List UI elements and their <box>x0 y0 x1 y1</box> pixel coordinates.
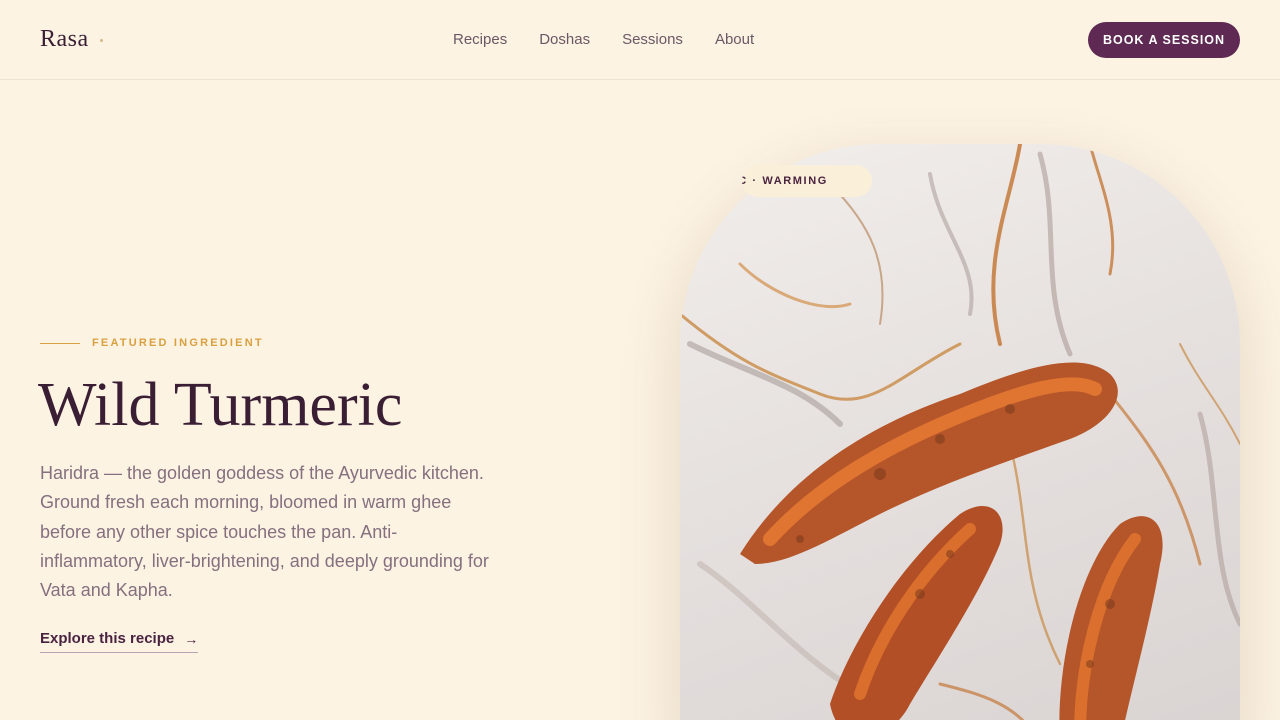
arrow-right-icon: → <box>184 630 199 647</box>
site-header: Rasa Recipes Doshas Sessions About BOOK … <box>0 0 1280 80</box>
photo-tag: HIC · WARMING <box>742 165 872 197</box>
nav-item-sessions[interactable]: Sessions <box>622 31 683 49</box>
photo-illustration <box>680 144 1240 720</box>
book-session-button[interactable]: BOOK A SESSION <box>1088 22 1240 58</box>
hero-description: Haridra — the golden goddess of the Ayur… <box>40 463 489 601</box>
explore-recipe-label: Explore this recipe <box>40 630 175 647</box>
turmeric-photo <box>680 144 1240 720</box>
eyebrow-text: FEATURED INGREDIENT <box>92 337 264 349</box>
brand-logo[interactable]: Rasa <box>40 26 89 53</box>
hero-title: Wild Turmeric <box>38 371 403 439</box>
explore-recipe-link[interactable]: Explore this recipe → <box>40 630 199 653</box>
nav-item-about[interactable]: About <box>715 31 754 49</box>
main-nav: Recipes Doshas Sessions About <box>453 31 786 49</box>
nav-item-recipes[interactable]: Recipes <box>453 31 507 49</box>
eyebrow: FEATURED INGREDIENT <box>40 337 264 349</box>
nav-item-doshas[interactable]: Doshas <box>539 31 590 49</box>
eyebrow-line <box>40 342 80 344</box>
logo-dot <box>100 39 103 42</box>
turmeric-roots <box>740 362 1163 720</box>
photo-tag-label: HIC · WARMING <box>742 175 828 187</box>
